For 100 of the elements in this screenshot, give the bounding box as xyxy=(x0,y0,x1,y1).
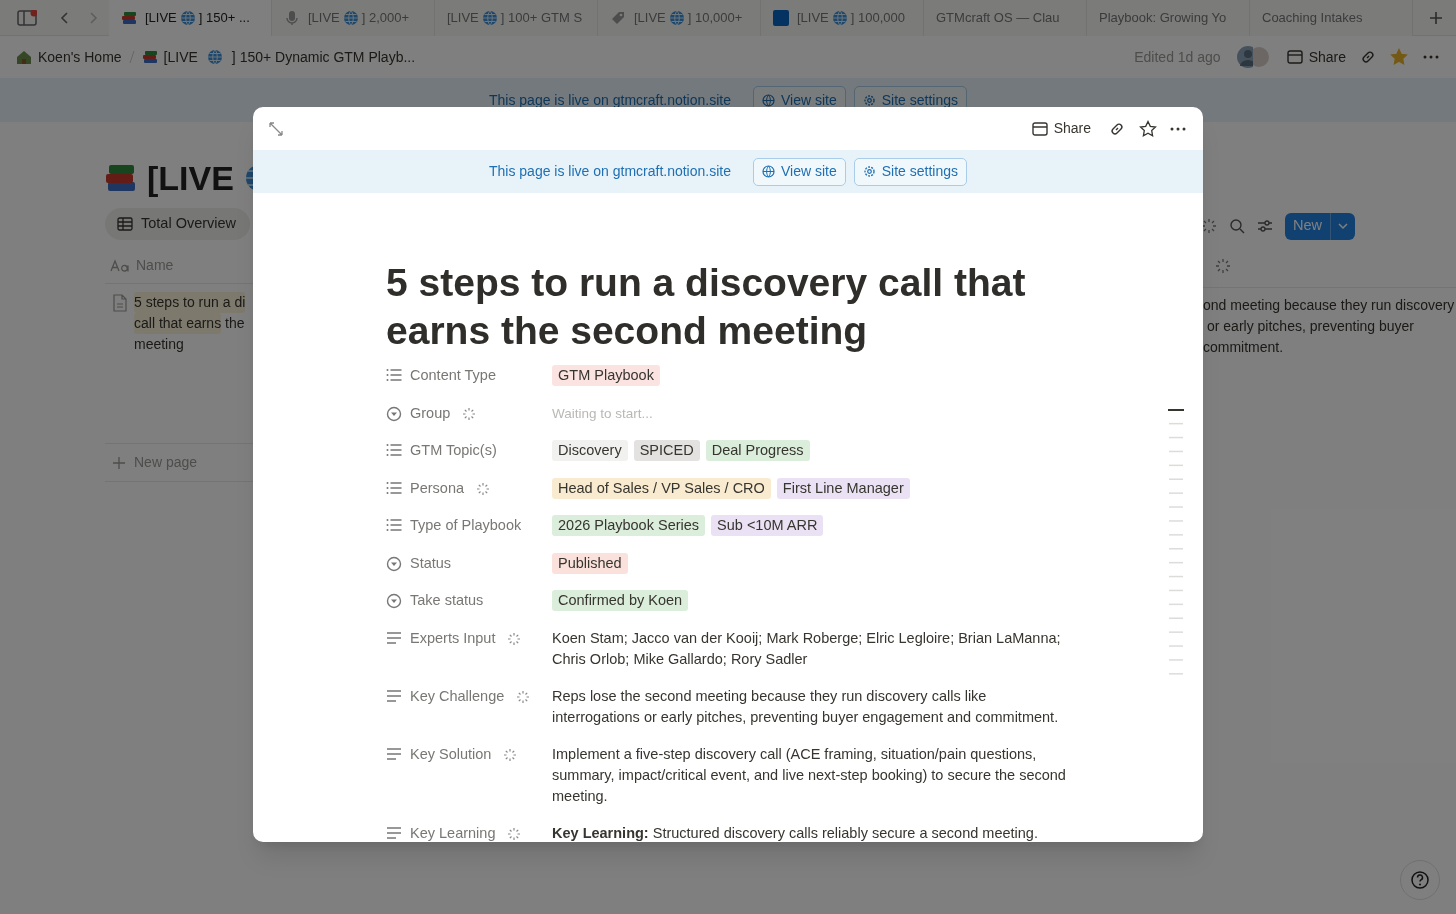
tab-label-start[interactable]: [LIVE xyxy=(797,7,829,28)
browser-tab[interactable]: [LIVE ] 100,000 xyxy=(761,0,924,36)
view-site-button[interactable]: View site xyxy=(753,157,846,186)
tag: Sub <10M ARR xyxy=(711,515,824,537)
browser-tab[interactable]: [LIVE ] 2,000+ xyxy=(272,0,435,36)
property-value: Koen Stam; Jacco van der Kooij; Mark Roberge; Elric Legloire; Brian LaManna; Chris Orlob; Mike Gallardo; Rory Sadler xyxy=(552,628,1062,669)
tag: SPICED xyxy=(633,440,700,462)
property-value: Reps lose the second meeting because they run discovery calls like interrogations or early pitches, preventing buyer engagement and commitment. xyxy=(552,686,1060,727)
globe-icon xyxy=(831,9,848,26)
tab-label-end[interactable]: ] 150+ ... xyxy=(198,7,250,28)
tab-label-end[interactable]: ] 100,000 xyxy=(850,7,905,28)
filter-sliders-icon[interactable] xyxy=(1257,218,1273,234)
tab-label-end[interactable]: ] 100+ GTM S xyxy=(500,7,583,28)
star-icon[interactable] xyxy=(1139,119,1157,138)
page-title: [LIVE xyxy=(147,157,234,199)
property-label: Key Challenge xyxy=(410,686,505,706)
browser-tab[interactable]: GTMcraft OS — Clau xyxy=(924,0,1087,36)
list-icon xyxy=(386,443,402,457)
gear-icon xyxy=(862,165,876,178)
property-label: Content Type xyxy=(410,366,496,385)
property-value: Implement a five-step discovery call (ACE framing, situation/pain questions, summary, impact/critical event, and live next-step booking) to secure the second meeting. xyxy=(552,744,1067,806)
live-site-notice: This page is live on gtmcraft.notion.site xyxy=(488,90,731,110)
page-name-text[interactable]: 5 steps to run a di xyxy=(134,292,246,313)
tab-label[interactable]: Playbook: Growing Yo xyxy=(1099,7,1227,28)
browser-tab[interactable]: Coaching Intakes xyxy=(1250,0,1413,36)
globe-outline-icon xyxy=(762,93,775,107)
tab-label-end[interactable]: ] 2,000+ xyxy=(361,7,410,28)
live-site-notice: This page is live on gtmcraft.notion.site xyxy=(488,162,731,181)
property-label: GTM Topic(s) xyxy=(410,441,497,460)
tag: First Line Manager xyxy=(776,477,910,499)
property-label: Key Solution xyxy=(410,744,492,764)
view-tab[interactable]: Total Overview xyxy=(105,208,250,240)
tab-label-start[interactable]: [LIVE xyxy=(447,7,479,28)
document-icon xyxy=(112,294,128,312)
placeholder-text: Waiting to start... xyxy=(552,405,653,421)
sparkle-icon xyxy=(1215,257,1231,274)
table-cell-text: commitment. xyxy=(1203,338,1285,357)
share-button[interactable]: Share xyxy=(1031,118,1091,139)
tab-label[interactable]: Coaching Intakes xyxy=(1262,7,1363,28)
tab-label-start[interactable]: [LIVE xyxy=(308,7,340,28)
gear-icon xyxy=(862,93,876,107)
tab-label-start[interactable]: [LIVE xyxy=(145,7,177,28)
sparkle-icon[interactable] xyxy=(1203,218,1217,234)
breadcrumb-link[interactable]: Koen's Home xyxy=(38,46,122,68)
expand-icon[interactable] xyxy=(269,121,283,136)
breadcrumb-slash-icon xyxy=(127,49,136,65)
browser-tab[interactable]: [LIVE ] 10,000+ xyxy=(598,0,761,36)
page-title: 5 steps to run a discovery call that earns the second meeting xyxy=(386,260,1027,354)
tag: Deal Progress xyxy=(705,440,810,462)
tag: Published xyxy=(552,552,628,574)
globe-outline-icon xyxy=(762,165,775,178)
plus-icon xyxy=(112,455,126,470)
text-lines-icon xyxy=(386,825,402,840)
tab-label-end[interactable]: ] 10,000+ xyxy=(687,7,743,28)
share-button[interactable]: Share xyxy=(1286,46,1346,68)
new-tab-icon[interactable] xyxy=(1428,9,1444,26)
site-settings-button[interactable]: Site settings xyxy=(853,157,968,186)
browser-tab[interactable]: [LIVE ] 100+ GTM S xyxy=(435,0,598,36)
tag: GTM Playbook xyxy=(552,365,660,387)
breadcrumb-link-end[interactable]: ] 150+ Dynamic GTM Playb... xyxy=(231,46,416,68)
question-icon xyxy=(1410,870,1430,890)
tag: Head of Sales / VP Sales / CRO xyxy=(552,477,771,499)
tag: 2026 Playbook Series xyxy=(552,515,706,537)
page-name-text[interactable]: call that earns xyxy=(134,313,222,334)
tab-label[interactable]: GTMcraft OS — Clau xyxy=(936,7,1060,28)
house-icon xyxy=(16,49,32,65)
browser-tab[interactable]: [LIVE ] 150+ ... xyxy=(109,0,272,36)
table-cell-text: or early pitches, preventing buyer xyxy=(1206,317,1415,336)
help-button[interactable] xyxy=(1400,860,1440,900)
status-icon xyxy=(386,555,402,572)
status-icon xyxy=(386,593,402,609)
page-name-text[interactable]: meeting xyxy=(134,334,184,355)
search-icon[interactable] xyxy=(1229,218,1245,234)
books-icon xyxy=(141,49,158,65)
globe-icon xyxy=(342,9,359,26)
property-label: Group xyxy=(410,403,451,423)
property-label: Take status xyxy=(410,591,484,610)
microphone-icon xyxy=(284,9,300,26)
star-icon[interactable] xyxy=(1390,48,1408,66)
property-label: Status xyxy=(410,553,452,573)
globe-icon xyxy=(206,49,223,65)
page-name-text[interactable]: the xyxy=(221,313,245,334)
chevron-down-icon xyxy=(1337,220,1349,232)
sidebar-icon[interactable] xyxy=(17,9,37,26)
breadcrumb-link-start[interactable]: [LIVE xyxy=(163,46,198,68)
property-label: Type of Playbook xyxy=(410,516,522,535)
text-lines-icon xyxy=(386,630,402,645)
globe-icon xyxy=(668,9,685,26)
window-icon xyxy=(1031,121,1048,136)
tab-label-start[interactable]: [LIVE xyxy=(634,7,666,28)
text-property-icon xyxy=(110,258,130,273)
browser-tab[interactable]: Playbook: Growing Yo xyxy=(1087,0,1250,36)
globe-icon xyxy=(179,9,196,26)
property-value: Key Learning: Structured discovery calls reliably secure a second meeting. xyxy=(552,823,1039,842)
property-label: Key Learning xyxy=(410,823,496,842)
property-label: Experts Input xyxy=(410,628,496,648)
property-label: Persona xyxy=(410,478,464,498)
globe-icon xyxy=(481,9,498,26)
books-icon xyxy=(121,9,137,26)
list-icon xyxy=(386,480,402,495)
